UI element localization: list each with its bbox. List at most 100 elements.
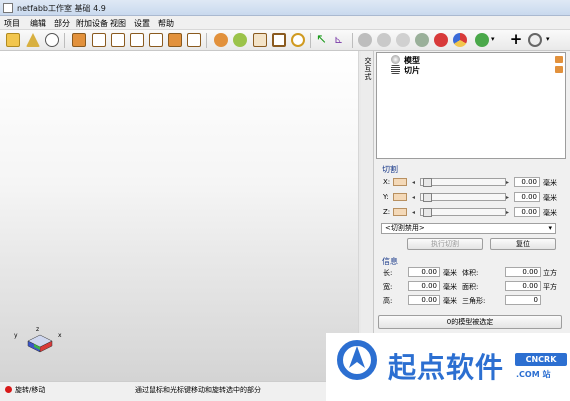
- status-hint: 通过鼠标和光标键移动和旋转选中的部分: [135, 386, 261, 394]
- arrow-left-icon[interactable]: ◂: [412, 179, 415, 186]
- slider-thumb[interactable]: [423, 178, 432, 187]
- tree-row-slices[interactable]: 切片: [379, 65, 565, 75]
- view-top-cube-icon[interactable]: [149, 33, 163, 47]
- slider-thumb[interactable]: [423, 193, 432, 202]
- window-title: netfabb工作室 基础 4.9: [17, 4, 106, 13]
- width-label: 宽:: [383, 283, 393, 291]
- toolbar-separator: [310, 33, 311, 48]
- move-axis-icon[interactable]: ⊾: [334, 33, 348, 47]
- color-icon[interactable]: [233, 33, 247, 47]
- tree-label: 切片: [404, 66, 420, 75]
- view-left-cube-icon[interactable]: [111, 33, 125, 47]
- highlight-icon[interactable]: [434, 33, 448, 47]
- color-picker-icon[interactable]: [453, 33, 467, 47]
- area-label: 面积:: [462, 283, 479, 291]
- light-icon[interactable]: [377, 33, 391, 47]
- view-iso-cube-icon[interactable]: [187, 33, 201, 47]
- svg-text:y: y: [14, 332, 18, 339]
- folder-icon[interactable]: [555, 66, 563, 73]
- repair-icon[interactable]: [528, 33, 542, 47]
- volume-unit: 立方: [543, 269, 557, 277]
- material-icon[interactable]: [415, 33, 429, 47]
- arrow-right-icon[interactable]: ▸: [506, 194, 509, 201]
- toolbar-separator: [206, 33, 207, 48]
- view-settings-icon[interactable]: [475, 33, 489, 47]
- select-arrow-icon[interactable]: ↖: [316, 33, 330, 47]
- part-tree[interactable]: 模型 切片: [376, 52, 566, 159]
- watermark-name: 起点软件: [388, 351, 505, 384]
- view-back-cube-icon[interactable]: [92, 33, 106, 47]
- menu-view[interactable]: 视图: [110, 18, 126, 29]
- cut-x-label: X:: [383, 178, 391, 186]
- arrow-right-icon[interactable]: ▸: [506, 179, 509, 186]
- execute-cut-button[interactable]: 执行切割: [407, 238, 483, 250]
- watermark-badge: CNCRK: [515, 353, 567, 366]
- view-bottom-cube-icon[interactable]: [168, 33, 182, 47]
- volume-label: 体积:: [462, 269, 479, 277]
- model-icon: [391, 55, 400, 64]
- arrow-left-icon[interactable]: ◂: [412, 194, 415, 201]
- cut-x-unit: 毫米: [543, 179, 557, 187]
- cut-y-unit: 毫米: [543, 194, 557, 202]
- app-icon: [3, 3, 13, 13]
- chevron-down-icon[interactable]: ▾: [491, 33, 505, 47]
- menu-settings[interactable]: 设置: [134, 18, 150, 29]
- zoom-icon[interactable]: [291, 33, 305, 47]
- area-value: 0.00: [505, 281, 541, 291]
- length-unit: 毫米: [443, 269, 457, 277]
- height-unit: 毫米: [443, 297, 457, 305]
- sphere-icon[interactable]: [358, 33, 372, 47]
- height-label: 高:: [383, 297, 393, 305]
- wireframe-icon[interactable]: [396, 33, 410, 47]
- open-folder-icon[interactable]: [6, 33, 20, 47]
- cut-z-unit: 毫米: [543, 209, 557, 217]
- cut-z-value[interactable]: 0.00: [514, 207, 540, 217]
- svg-text:z: z: [36, 326, 39, 333]
- side-tab[interactable]: [361, 51, 374, 381]
- cut-x-color[interactable]: [393, 178, 407, 186]
- watermark-sub: .COM 站: [516, 370, 551, 379]
- cut-y-value[interactable]: 0.00: [514, 192, 540, 202]
- menu-edit[interactable]: 编辑: [30, 18, 46, 29]
- cut-mode-select[interactable]: <切割禁用> ▾: [381, 223, 556, 234]
- axis-orientation-icon: y z x: [14, 326, 62, 353]
- view-right-cube-icon[interactable]: [130, 33, 144, 47]
- cut-y-label: Y:: [383, 193, 389, 201]
- zoom-fit-icon[interactable]: [253, 33, 267, 47]
- slice-icon: [391, 65, 400, 74]
- area-unit: 平方: [543, 283, 557, 291]
- cut-z-color[interactable]: [393, 208, 407, 216]
- cut-x-slider[interactable]: [420, 178, 506, 187]
- triangles-label: 三角形:: [462, 297, 486, 305]
- cut-x-value[interactable]: 0.00: [514, 177, 540, 187]
- selected-models-button[interactable]: 0的模型被选定: [378, 315, 562, 329]
- cut-y-slider[interactable]: [420, 193, 506, 202]
- cut-z-slider[interactable]: [420, 208, 506, 217]
- chevron-down-icon[interactable]: ▾: [546, 33, 560, 47]
- menu-part[interactable]: 部分: [54, 18, 70, 29]
- side-tab-label: 交互式: [364, 57, 372, 81]
- zoom-selection-icon[interactable]: [272, 33, 286, 47]
- arrow-right-icon[interactable]: ▸: [506, 209, 509, 216]
- menu-bar: 项目 编辑 部分 附加设备 视图 设置 帮助: [0, 16, 570, 30]
- length-label: 长:: [383, 269, 393, 277]
- measure-clock-icon[interactable]: [45, 33, 59, 47]
- add-part-icon[interactable]: [26, 33, 40, 47]
- reset-button[interactable]: 复位: [490, 238, 556, 250]
- view-front-cube-icon[interactable]: [72, 33, 86, 47]
- add-icon[interactable]: +: [509, 32, 523, 47]
- menu-extras[interactable]: 附加设备: [76, 18, 108, 29]
- folder-icon[interactable]: [555, 56, 563, 63]
- cut-section-title: 切割: [382, 165, 398, 174]
- arrow-left-icon[interactable]: ◂: [412, 209, 415, 216]
- menu-project[interactable]: 项目: [4, 18, 20, 29]
- triangles-value: 0: [505, 295, 541, 305]
- tree-row-models[interactable]: 模型: [379, 55, 565, 65]
- chevron-down-icon: ▾: [548, 224, 552, 232]
- menu-help[interactable]: 帮助: [158, 18, 174, 29]
- shade-icon[interactable]: [214, 33, 228, 47]
- cut-y-color[interactable]: [393, 193, 407, 201]
- volume-value: 0.00: [505, 267, 541, 277]
- slider-thumb[interactable]: [423, 208, 432, 217]
- svg-text:x: x: [58, 332, 62, 339]
